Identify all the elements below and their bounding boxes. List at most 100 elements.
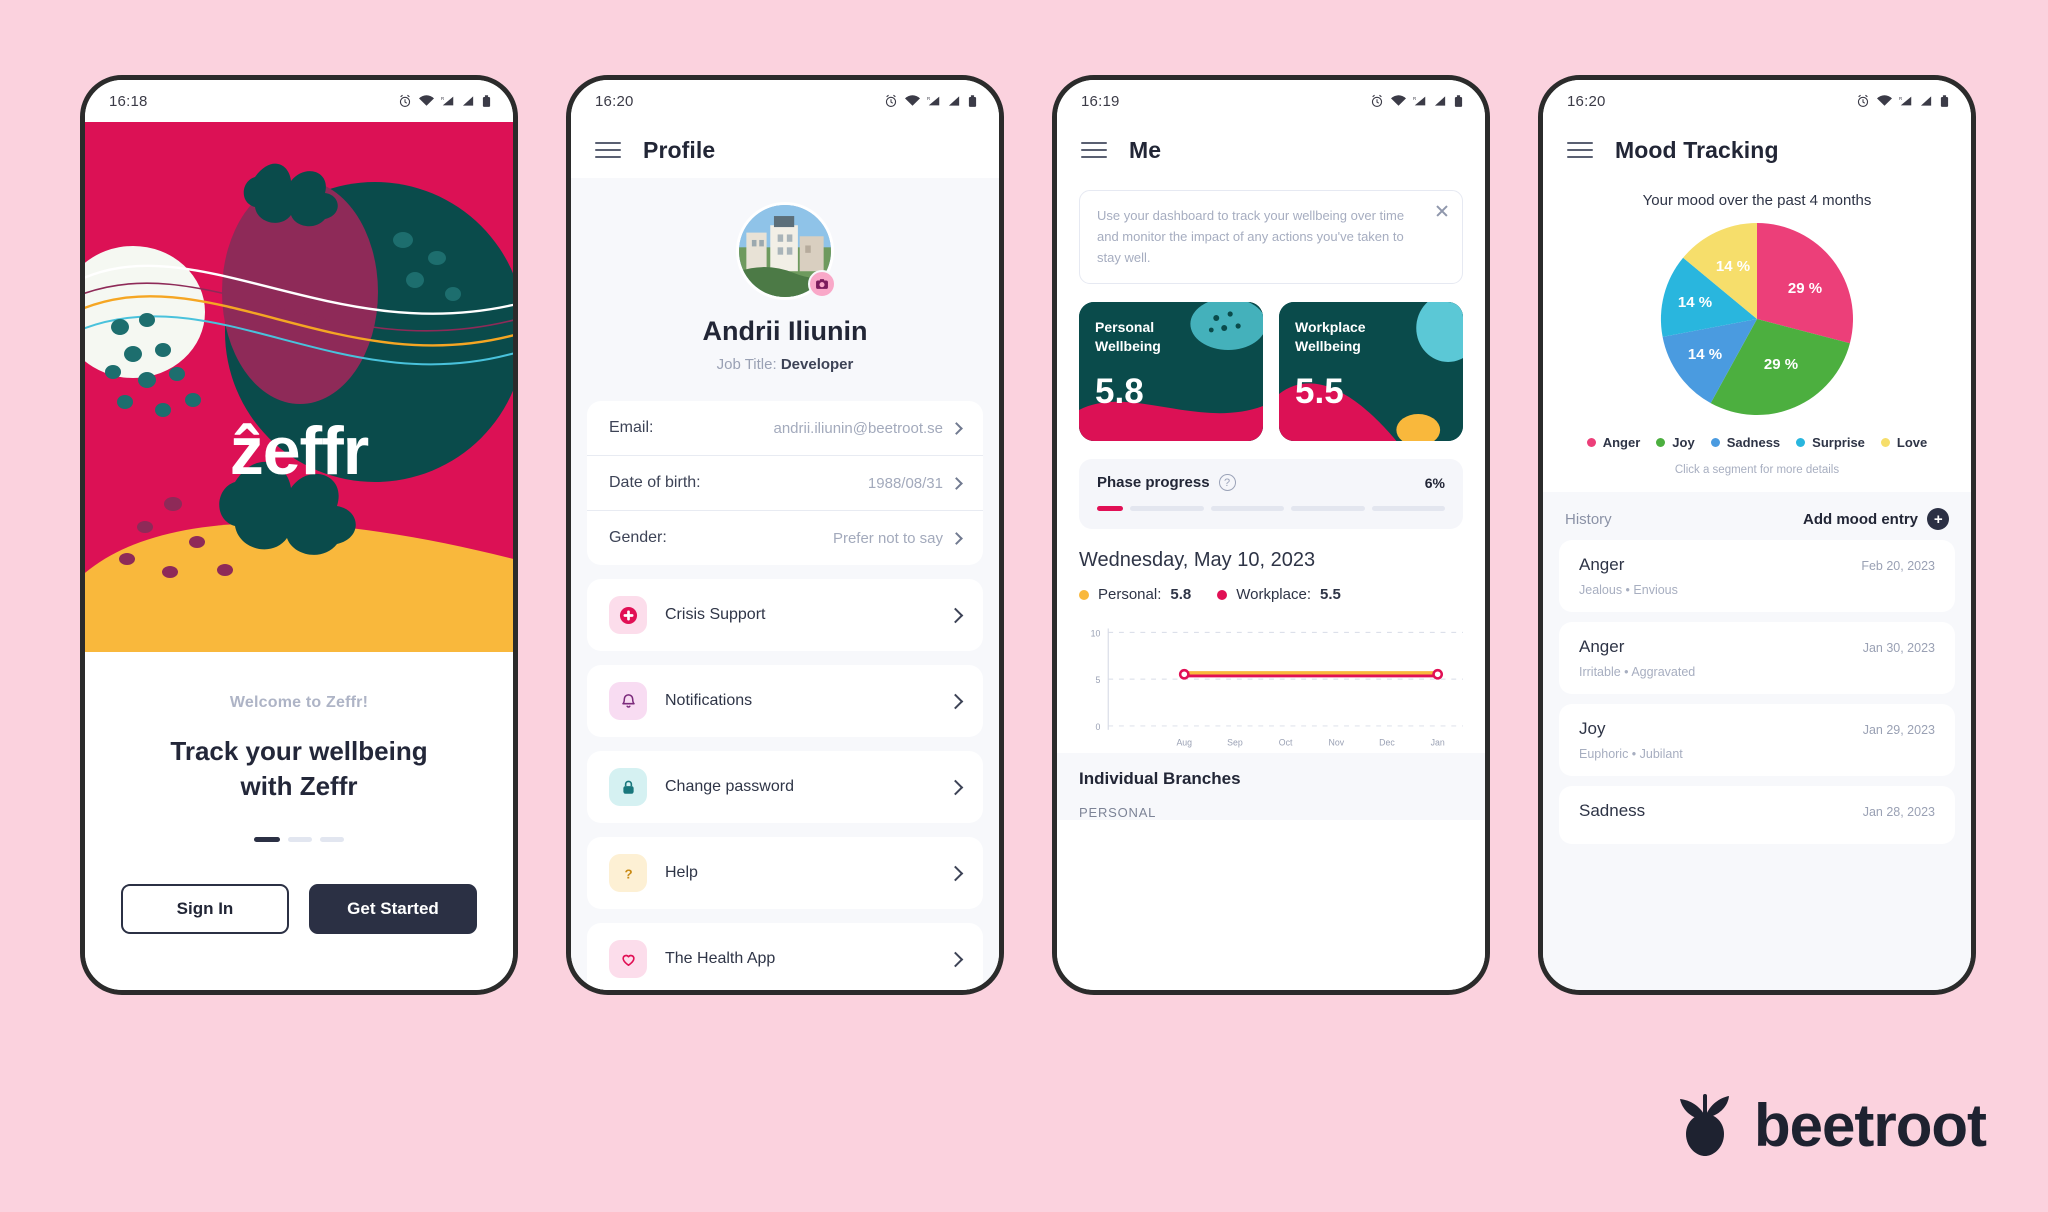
mood-name: Anger [1579, 637, 1625, 656]
field-row-email[interactable]: Email: andrii.iliunin@beetroot.se [587, 401, 983, 455]
avatar-camera-button[interactable] [808, 270, 836, 298]
headline-line-2: with Zeffr [240, 770, 358, 801]
chevron-right-icon [950, 531, 963, 545]
score-card-workplace[interactable]: Workplace Wellbeing 5.5 [1279, 302, 1463, 442]
score-card-value: 5.5 [1295, 372, 1344, 412]
history-header: History Add mood entry + [1543, 492, 1971, 540]
field-label: Date of birth: [609, 474, 701, 491]
menu-item-help[interactable]: ? Help [587, 837, 983, 909]
chevron-right-icon [947, 607, 964, 623]
x-tick-oct: Oct [1279, 738, 1293, 748]
signal-icon [462, 96, 474, 106]
score-card-value: 5.8 [1095, 372, 1144, 412]
y-tick-10: 10 [1091, 629, 1101, 639]
status-time: 16:20 [1567, 92, 1606, 110]
branches-title: Individual Branches [1079, 769, 1241, 789]
phone-me-dashboard: 16:19 R Me Use your dashboard to track y… [1052, 75, 1490, 995]
mood-history-item[interactable]: Anger Jan 30, 2023 Irritable • Aggravate… [1559, 622, 1955, 694]
phone-profile: 16:20 R Profile Andrii Iliunin Job Title… [566, 75, 1004, 995]
svg-text:R: R [927, 96, 930, 101]
menu-item-crisis-support[interactable]: Crisis Support [587, 579, 983, 651]
mood-date: Jan 28, 2023 [1862, 805, 1935, 819]
phase-progress-card: Phase progress ? 6% [1079, 459, 1463, 530]
get-started-button[interactable]: Get Started [309, 884, 477, 935]
phase-segment [1371, 506, 1445, 512]
alarm-icon [1371, 94, 1383, 107]
score-cards: Personal Wellbeing 5.8 Workplace Wellbei [1079, 302, 1463, 442]
wellbeing-line-chart[interactable]: 10 5 0 Aug Sep Oct Nov Dec Jan [1079, 617, 1463, 753]
phase-segment-filled [1097, 506, 1123, 512]
field-row-dob[interactable]: Date of birth: 1988/08/31 [587, 455, 983, 510]
svg-text:?: ? [624, 866, 632, 881]
chevron-right-icon [947, 951, 964, 967]
mood-pie-chart[interactable]: 29 % 29 % 14 % 14 % 14 % [1543, 213, 1971, 429]
wifi-icon [419, 95, 434, 106]
signal-icon [1920, 96, 1932, 106]
profile-scroll[interactable]: Andrii Iliunin Job Title: Developer Emai… [571, 178, 999, 990]
heart-icon [609, 940, 647, 978]
mood-item-header: Anger Feb 20, 2023 [1579, 555, 1935, 575]
avatar-wrapper [736, 202, 836, 300]
score-card-personal[interactable]: Personal Wellbeing 5.8 [1079, 302, 1263, 442]
field-row-gender[interactable]: Gender: Prefer not to say [587, 510, 983, 565]
page-title: Profile [643, 136, 716, 163]
legend-dot-workplace [1217, 589, 1228, 600]
wifi-icon [1877, 95, 1892, 106]
dashboard-date: Wednesday, May 10, 2023 [1079, 549, 1316, 572]
mood-scroll[interactable]: Your mood over the past 4 months 29 % 29… [1543, 178, 1971, 990]
legend-dot-sadness [1710, 438, 1720, 447]
splash-content: Welcome to Zeffr! Track your wellbeing w… [85, 652, 513, 990]
close-icon[interactable] [1435, 204, 1449, 218]
me-scroll[interactable]: Use your dashboard to track your wellbei… [1057, 178, 1485, 990]
menu-item-label: Help [665, 864, 698, 881]
phase-segment [1210, 506, 1284, 512]
pie-label-sadness: 14 % [1688, 346, 1722, 363]
legend-item-anger[interactable]: Anger [1586, 435, 1640, 450]
field-value-wrap: Prefer not to say [833, 530, 963, 547]
legend-item-joy[interactable]: Joy [1656, 435, 1695, 450]
legend-label: Joy [1672, 435, 1695, 450]
carousel-dot-3[interactable] [320, 837, 344, 843]
carousel-dots[interactable] [254, 837, 344, 843]
field-label: Gender: [609, 529, 667, 546]
pie-label-joy: 29 % [1764, 356, 1798, 373]
mood-item-header: Joy Jan 29, 2023 [1579, 719, 1935, 739]
carousel-dot-1[interactable] [254, 837, 280, 843]
beetroot-icon [1680, 1093, 1729, 1156]
legend-item-love[interactable]: Love [1880, 435, 1927, 450]
pie-label-surprise: 14 % [1678, 294, 1712, 311]
field-value-wrap: andrii.iliunin@beetroot.se [774, 420, 963, 437]
x-tick-nov: Nov [1329, 738, 1345, 748]
carousel-dot-2[interactable] [288, 837, 312, 843]
app-bar: Me [1057, 122, 1485, 178]
legend-item-sadness[interactable]: Sadness [1710, 435, 1780, 450]
mood-history-item[interactable]: Joy Jan 29, 2023 Euphoric • Jubilant [1559, 704, 1955, 776]
phase-progress-label: Phase progress [1097, 474, 1210, 492]
hamburger-icon[interactable] [595, 141, 621, 159]
plus-circle-icon: + [1927, 508, 1949, 530]
hamburger-icon[interactable] [1081, 141, 1107, 159]
menu-item-notifications[interactable]: Notifications [587, 665, 983, 737]
status-bar: 16:19 R [1057, 80, 1485, 122]
add-mood-entry-button[interactable]: Add mood entry + [1803, 508, 1949, 530]
headline-line-1: Track your wellbeing [170, 736, 428, 766]
alarm-icon [399, 94, 411, 107]
y-tick-5: 5 [1096, 675, 1101, 685]
menu-item-health-app[interactable]: The Health App [587, 923, 983, 990]
welcome-text: Welcome to Zeffr! [229, 694, 369, 711]
legend-item-surprise[interactable]: Surprise [1796, 435, 1865, 450]
question-circle-icon[interactable]: ? [1218, 474, 1236, 492]
profile-job-title: Job Title: Developer [571, 356, 999, 373]
phone-mood-tracking: 16:20 R Mood Tracking Your mood over the… [1538, 75, 1976, 995]
chevron-right-icon [947, 693, 964, 709]
sign-in-button[interactable]: Sign In [121, 884, 289, 935]
hamburger-icon[interactable] [1567, 141, 1593, 159]
status-icons: R [1856, 94, 1949, 108]
menu-item-change-password[interactable]: Change password [587, 751, 983, 823]
mood-history-item[interactable]: Sadness Jan 28, 2023 [1559, 786, 1955, 844]
tip-text: Use your dashboard to track your wellbei… [1097, 208, 1405, 265]
splash-shapes [85, 122, 513, 652]
beetroot-wordmark: beetroot [1754, 1092, 1987, 1159]
mood-history-item[interactable]: Anger Feb 20, 2023 Jealous • Envious [1559, 540, 1955, 612]
legend-label: Workplace: [1236, 586, 1311, 604]
